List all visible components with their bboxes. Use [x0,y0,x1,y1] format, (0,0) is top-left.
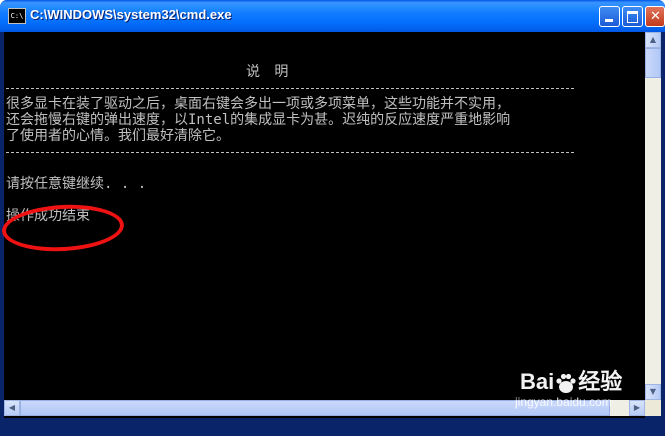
minimize-icon [605,19,613,22]
scroll-right-arrow-icon[interactable]: ▶ [629,400,645,416]
window-title: C:\WINDOWS\system32\cmd.exe [30,7,232,22]
minimize-button[interactable] [599,6,620,27]
watermark-logo-suffix: 经验 [578,369,623,394]
console-line-2: 还会拖慢右键的弹出速度，以Intel的集成显卡为甚。迟纯的反应速度严重地影响 [6,112,511,128]
scrollbar-corner [645,400,661,416]
maximize-button[interactable] [622,6,643,27]
baidu-jingyan-watermark: Bai 经验 [520,364,622,396]
console-divider-bottom [6,152,574,153]
console-divider-top [6,88,574,89]
scroll-down-arrow-icon[interactable]: ▼ [645,384,661,400]
vertical-scroll-thumb[interactable] [645,48,661,78]
console-heading: 说 明 [246,64,292,80]
watermark-url: jingyan.baidu.com [515,395,612,409]
maximize-icon [627,11,638,23]
close-button[interactable]: ✕ [645,6,665,27]
watermark-logo-text: Bai [520,369,555,394]
baidu-paw-icon [556,374,576,394]
scroll-left-arrow-icon[interactable]: ◀ [4,400,20,416]
title-bar[interactable]: C:\ C:\WINDOWS\system32\cmd.exe ✕ [0,0,665,32]
console-line-3: 了使用者的心情。我们最好清除它。 [6,128,230,144]
close-icon: ✕ [650,9,661,24]
vertical-scrollbar[interactable]: ▲ ▼ [645,32,661,400]
console-prompt: 请按任意键继续. . . [6,176,147,192]
cmd-icon[interactable]: C:\ [8,8,26,24]
console-line-1: 很多显卡在装了驱动之后，桌面右键会多出一项或多项菜单，这些功能并不实用， [6,96,510,112]
scroll-up-arrow-icon[interactable]: ▲ [645,32,661,48]
